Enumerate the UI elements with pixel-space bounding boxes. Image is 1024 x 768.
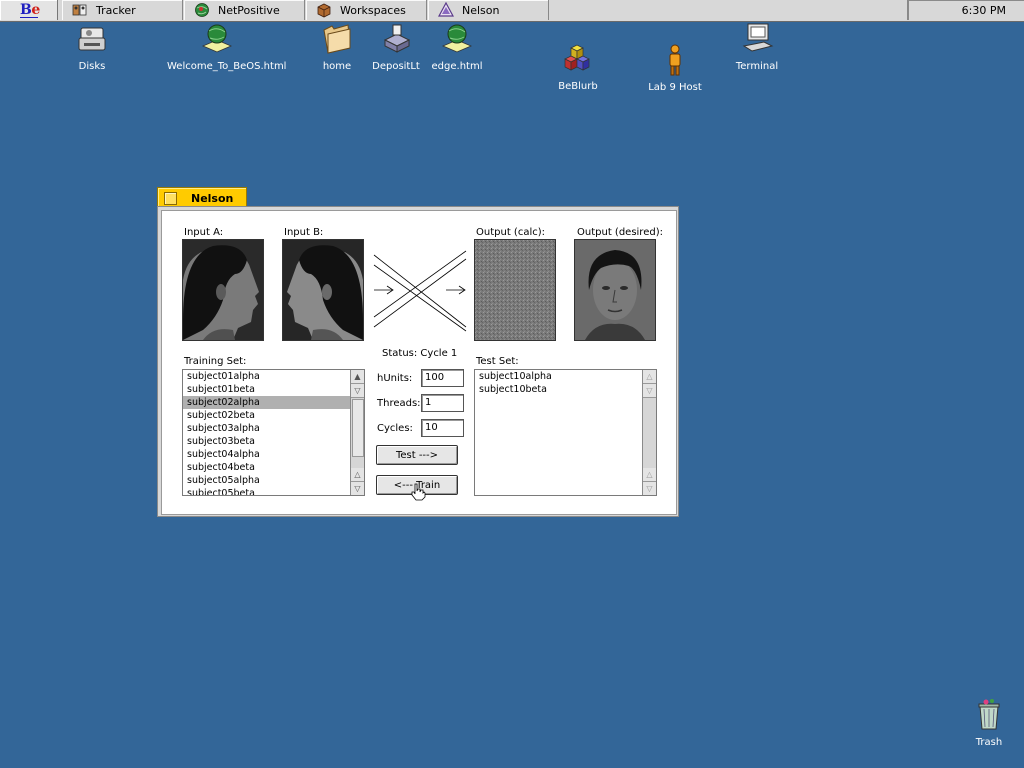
trash-icon	[978, 699, 1000, 730]
html-globe-icon	[201, 24, 233, 53]
scroll-up-button[interactable]: △	[643, 468, 656, 482]
network-diagram	[373, 250, 467, 332]
desktop-icon-disks[interactable]: Disks	[42, 22, 142, 72]
desktop-icon-beblurb[interactable]: BeBlurb	[528, 42, 628, 92]
hand-cursor-icon	[411, 483, 426, 501]
window-content: Input A: Input B: Output (calc): Output …	[161, 210, 677, 515]
output-desired-label: Output (desired):	[577, 227, 663, 238]
desktop-icon-label: edge.html	[431, 61, 483, 72]
scroll-down-button[interactable]: ▽	[351, 481, 364, 495]
status-text: Status: Cycle 1	[382, 348, 458, 359]
be-logo-icon: Be	[20, 2, 40, 18]
be-menu-button[interactable]: Be	[0, 0, 58, 20]
input-b-image	[282, 239, 364, 341]
clock[interactable]: 6:30 PM	[907, 0, 1024, 20]
cycles-label: Cycles:	[377, 423, 413, 434]
scroll-up-button[interactable]: ▲	[351, 370, 364, 384]
training-list-item[interactable]: subject03alpha	[183, 422, 350, 435]
person-icon	[669, 44, 681, 76]
desktop-icon-label: Trash	[975, 737, 1003, 748]
hunits-label: hUnits:	[377, 373, 413, 384]
test-list-item[interactable]: subject10beta	[475, 383, 642, 396]
cubes-icon	[564, 44, 590, 71]
task-label: Workspaces	[340, 4, 406, 17]
output-calc-image	[474, 239, 556, 341]
training-list-item[interactable]: subject04alpha	[183, 448, 350, 461]
deskbar: Be Tracker NetPositive Workspaces Nelson	[0, 0, 1024, 22]
scroll-down-button[interactable]: ▽	[643, 384, 656, 398]
task-tracker[interactable]: Tracker	[62, 0, 183, 20]
training-scrollbar[interactable]: ▲ ▽ △ ▽	[350, 370, 364, 495]
test-set-label: Test Set:	[476, 356, 519, 367]
desktop-icon-label: BeBlurb	[558, 81, 598, 92]
desktop-icon-label: Lab 9 Host	[648, 82, 702, 93]
training-list-item[interactable]: subject05alpha	[183, 474, 350, 487]
task-label: Nelson	[462, 4, 500, 17]
scroll-up-button[interactable]: △	[351, 468, 364, 482]
input-b-label: Input B:	[284, 227, 324, 238]
training-list-item[interactable]: subject02alpha	[183, 396, 350, 409]
output-calc-label: Output (calc):	[476, 227, 545, 238]
training-set-label: Training Set:	[184, 356, 247, 367]
task-label: Tracker	[96, 4, 136, 17]
desktop-icon-label: Disks	[78, 61, 106, 72]
window-tab[interactable]: Nelson	[157, 187, 247, 208]
hunits-input[interactable]	[421, 369, 464, 387]
training-list-item[interactable]: subject01beta	[183, 383, 350, 396]
input-a-image	[182, 239, 264, 341]
disks-icon	[78, 27, 106, 51]
test-button[interactable]: Test --->	[376, 445, 458, 465]
terminal-icon	[742, 23, 774, 52]
html-globe-icon	[441, 24, 473, 53]
desktop-icon-label: Welcome_To_BeOS.html	[167, 61, 287, 72]
close-button[interactable]	[164, 192, 177, 205]
test-list-item[interactable]: subject10alpha	[475, 370, 642, 383]
task-netpositive[interactable]: NetPositive	[184, 0, 305, 20]
nelson-icon	[438, 2, 454, 17]
desktop-icon-edge[interactable]: edge.html	[407, 22, 507, 72]
threads-label: Threads:	[377, 398, 421, 409]
training-list-item[interactable]: subject01alpha	[183, 370, 350, 383]
clock-time: 6:30 PM	[961, 4, 1006, 17]
desktop-icon-label: Terminal	[735, 61, 779, 72]
training-list-item[interactable]: subject02beta	[183, 409, 350, 422]
scroll-thumb[interactable]	[352, 399, 364, 457]
scroll-up-button[interactable]: △	[643, 370, 656, 384]
desktop-icon-trash[interactable]: Trash	[939, 698, 1024, 748]
training-list-item[interactable]: subject05beta	[183, 487, 350, 495]
test-scrollbar[interactable]: △ ▽ △ ▽	[642, 370, 656, 495]
test-set-list[interactable]: subject10alpha subject10beta △ ▽ △ ▽	[474, 369, 657, 496]
desktop-icon-welcome[interactable]: Welcome_To_BeOS.html	[167, 22, 287, 72]
output-desired-image	[574, 239, 656, 341]
input-a-label: Input A:	[184, 227, 224, 238]
training-list-item[interactable]: subject04beta	[183, 461, 350, 474]
desktop-icon-terminal[interactable]: Terminal	[707, 22, 807, 72]
tracker-icon	[72, 4, 87, 16]
window-title: Nelson	[191, 192, 234, 205]
scroll-down-button[interactable]: ▽	[351, 384, 364, 398]
threads-input[interactable]	[421, 394, 464, 412]
netpositive-icon	[195, 3, 209, 17]
scroll-down-button[interactable]: ▽	[643, 481, 656, 495]
task-label: NetPositive	[218, 4, 280, 17]
training-set-list[interactable]: subject01alpha subject01beta subject02alph…	[182, 369, 365, 496]
task-nelson[interactable]: Nelson	[428, 0, 549, 20]
nelson-window: Input A: Input B: Output (calc): Output …	[157, 206, 679, 517]
task-workspaces[interactable]: Workspaces	[306, 0, 427, 20]
training-list-item[interactable]: subject03beta	[183, 435, 350, 448]
cycles-input[interactable]	[421, 419, 464, 437]
workspaces-icon	[317, 3, 331, 18]
